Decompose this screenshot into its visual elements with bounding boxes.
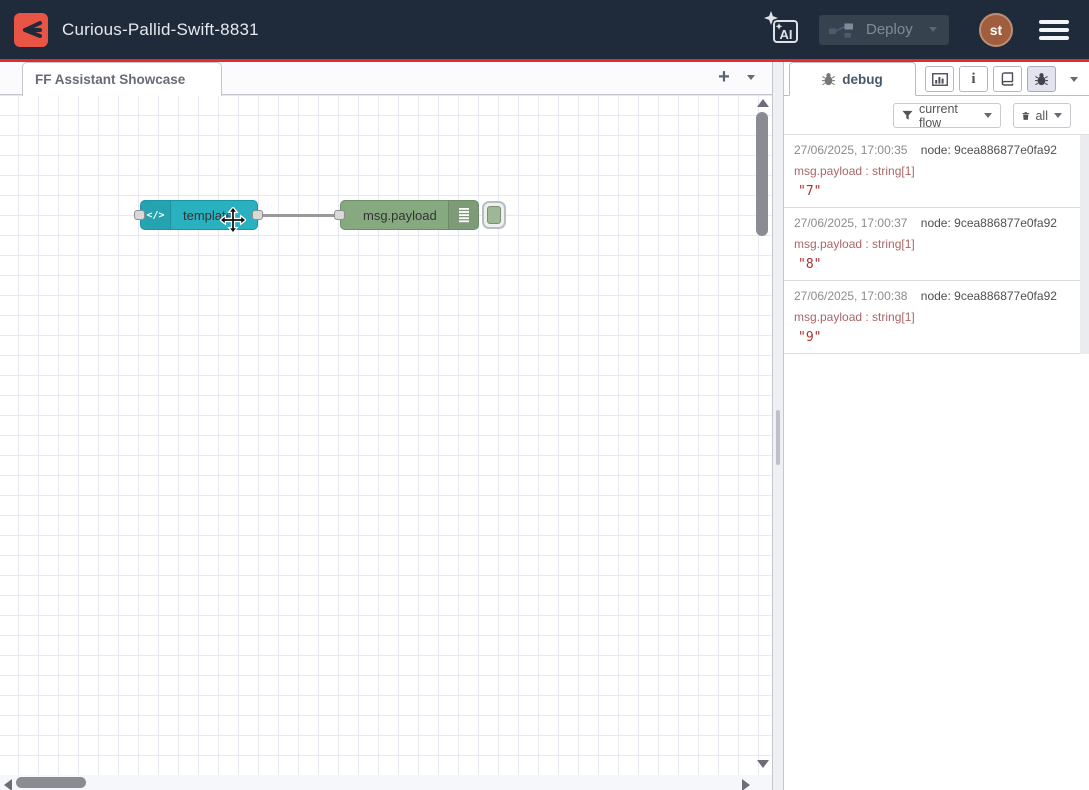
v-scroll-up-arrow[interactable] — [757, 99, 769, 107]
debug-message-meta: 27/06/2025, 17:00:37 node: 9cea886877e0f… — [794, 216, 1079, 230]
debug-payload-path[interactable]: msg.payload : string[1] — [794, 237, 1079, 251]
burger-bar — [1039, 36, 1069, 40]
workspace-tab-ff-assistant-showcase[interactable]: FF Assistant Showcase — [22, 62, 222, 96]
node-debug-label: msg.payload — [341, 208, 437, 223]
filter-funnel-icon — [902, 110, 913, 121]
burger-bar — [1039, 28, 1069, 32]
deploy-button[interactable]: Deploy — [819, 15, 949, 45]
move-cursor-icon — [220, 207, 246, 233]
workspace-tabbar: FF Assistant Showcase + — [0, 62, 772, 95]
h-scroll-track — [0, 775, 772, 790]
debug-toggle-inner — [487, 206, 501, 224]
book-icon — [1000, 72, 1015, 86]
deploy-label: Deploy — [866, 21, 913, 38]
deploy-icon — [829, 21, 854, 39]
debug-payload-path[interactable]: msg.payload : string[1] — [794, 310, 1079, 324]
add-flow-button[interactable]: + — [710, 66, 738, 91]
port-template-input[interactable] — [134, 210, 145, 220]
debug-message[interactable]: 27/06/2025, 17:00:37 node: 9cea886877e0f… — [784, 208, 1089, 281]
debug-filter-caret — [984, 113, 992, 118]
debug-sidebar-button[interactable] — [1027, 66, 1056, 92]
header-bar: Curious-Pallid-Swift-8831 AI De — [0, 0, 1089, 59]
debug-enable-toggle[interactable] — [482, 201, 506, 229]
avatar-initials: st — [990, 22, 1002, 38]
debug-payload-path[interactable]: msg.payload : string[1] — [794, 164, 1079, 178]
code-icon: </> — [141, 201, 171, 229]
debug-payload-value[interactable]: "9" — [794, 330, 1079, 345]
debug-message-meta: 27/06/2025, 17:00:35 node: 9cea886877e0f… — [794, 143, 1079, 157]
flowfuse-logo-glyph — [19, 18, 43, 42]
user-avatar[interactable]: st — [979, 13, 1013, 47]
debug-node-id[interactable]: node: 9cea886877e0fa92 — [921, 143, 1057, 157]
debug-filter-button[interactable]: current flow — [893, 103, 1001, 128]
debug-timestamp: 27/06/2025, 17:00:37 — [794, 216, 907, 230]
wire-template-to-debug[interactable] — [256, 214, 342, 217]
trash-icon — [1022, 110, 1029, 122]
burger-bar — [1039, 20, 1069, 24]
bar-chart-icon — [932, 73, 948, 86]
debug-filter-label: current flow — [919, 102, 978, 130]
v-scroll-down-arrow[interactable] — [757, 760, 769, 768]
instance-title: Curious-Pallid-Swift-8831 — [62, 20, 259, 40]
ai-assistant-button[interactable]: AI — [761, 9, 805, 51]
debug-clear-caret — [1054, 113, 1062, 118]
debug-message-list: 27/06/2025, 17:00:35 node: 9cea886877e0f… — [784, 135, 1089, 354]
sidebar-tab-debug[interactable]: debug — [789, 62, 916, 96]
info-button[interactable]: i — [959, 66, 988, 92]
debug-clear-button[interactable]: all — [1013, 103, 1071, 128]
debug-node-id[interactable]: node: 9cea886877e0fa92 — [921, 216, 1057, 230]
deploy-options-caret[interactable] — [929, 27, 937, 32]
flowfuse-logo — [14, 13, 48, 47]
debug-timestamp: 27/06/2025, 17:00:38 — [794, 289, 907, 303]
sidebar: debug i — [784, 62, 1089, 790]
sidebar-splitter — [772, 62, 784, 790]
node-msg-payload[interactable]: msg.payload — [340, 200, 479, 230]
workspace-tab-label: FF Assistant Showcase — [35, 72, 185, 87]
debug-toolbar: current flow all — [784, 96, 1089, 135]
node-red-app: Curious-Pallid-Swift-8831 AI De — [0, 0, 1089, 790]
main-menu-button[interactable] — [1039, 20, 1069, 40]
sidebar-tool-buttons: i — [925, 66, 1078, 92]
h-scroll-right-arrow[interactable] — [742, 779, 750, 790]
h-scroll-thumb[interactable] — [16, 777, 86, 788]
debug-message-meta: 27/06/2025, 17:00:38 node: 9cea886877e0f… — [794, 289, 1079, 303]
debug-timestamp: 27/06/2025, 17:00:35 — [794, 143, 907, 157]
debug-message[interactable]: 27/06/2025, 17:00:38 node: 9cea886877e0f… — [784, 281, 1089, 354]
bug-icon — [822, 72, 835, 86]
bug-icon — [1035, 72, 1048, 86]
debug-lines-icon — [448, 201, 478, 229]
debug-list-scroll-gutter — [1080, 135, 1089, 354]
debug-node-id[interactable]: node: 9cea886877e0fa92 — [921, 289, 1057, 303]
port-debug-input[interactable] — [334, 210, 345, 220]
v-scroll-thumb[interactable] — [756, 112, 768, 236]
debug-payload-value[interactable]: "7" — [794, 184, 1079, 199]
help-button[interactable] — [993, 66, 1022, 92]
dashboard-chart-button[interactable] — [925, 66, 954, 92]
info-icon: i — [971, 72, 975, 87]
debug-message[interactable]: 27/06/2025, 17:00:35 node: 9cea886877e0f… — [784, 135, 1089, 208]
debug-payload-value[interactable]: "8" — [794, 257, 1079, 272]
debug-clear-label: all — [1035, 109, 1048, 123]
sidebar-tab-label: debug — [842, 72, 883, 87]
splitter-drag-handle[interactable] — [776, 410, 780, 465]
sidebar-tabs-caret[interactable] — [1070, 77, 1078, 82]
sidebar-header: debug i — [784, 62, 1089, 96]
flow-list-caret[interactable] — [747, 75, 755, 80]
header-actions: AI Deploy st — [761, 9, 1075, 51]
ai-icon-label: AI — [780, 27, 793, 42]
flow-canvas[interactable]: </> template msg.payload — [0, 95, 772, 790]
port-template-output[interactable] — [252, 210, 263, 220]
h-scroll-left-arrow[interactable] — [4, 779, 12, 790]
